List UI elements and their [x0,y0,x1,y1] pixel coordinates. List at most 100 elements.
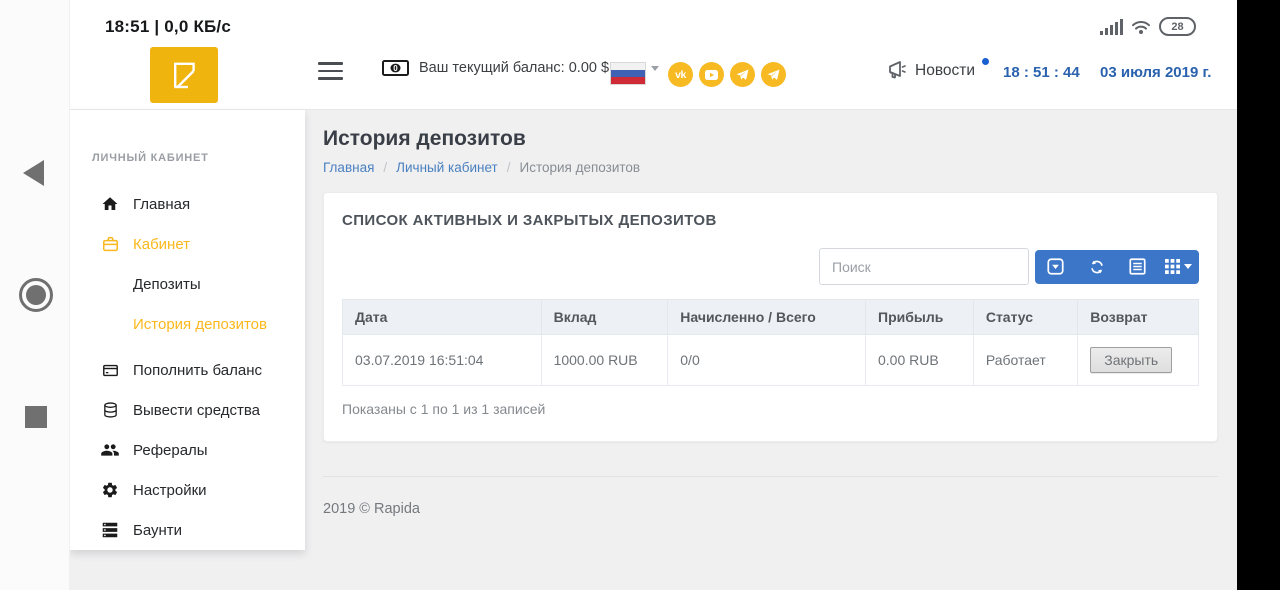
statusbar-icons: 28 [1100,17,1196,36]
server-icon [100,522,120,538]
deposits-table: Дата Вклад Начисленно / Всего Прибыль Ст… [342,299,1199,386]
table-header-row: Дата Вклад Начисленно / Всего Прибыль Ст… [342,299,1199,335]
table-toolbar [342,248,1199,285]
col-header-accrued[interactable]: Начисленно / Всего [667,299,866,335]
sidebar-item-kabinet[interactable]: Кабинет [70,224,305,264]
caret-down-icon [1184,264,1192,269]
signal-strength-icon [1100,18,1123,35]
sidebar-item-nastroyki[interactable]: Настройки [70,470,305,510]
top-header: 18:51 | 0,0 КБ/с 28 0 Ваш текущий баланс… [70,0,1237,110]
sidebar-item-baunti[interactable]: Баунти [70,510,305,550]
close-deposit-button[interactable]: Закрыть [1090,347,1173,373]
table-actions-group [1035,249,1199,284]
menu-toggle-icon[interactable] [318,62,343,80]
sidebar-item-depozity[interactable]: Депозиты [70,264,305,304]
sidebar-menu: Главная Кабинет Депозиты История депозит… [70,164,305,550]
sidebar-section-label: ЛИЧНЫЙ КАБИНЕТ [92,152,209,164]
sidebar-item-label: Кабинет [133,235,191,253]
col-header-profit[interactable]: Прибыль [865,299,974,335]
breadcrumb-home[interactable]: Главная [323,160,374,175]
briefcase-icon [100,235,120,253]
language-selector[interactable] [610,62,659,85]
col-header-status[interactable]: Статус [972,299,1079,335]
battery-icon: 28 [1159,17,1196,36]
columns-dropdown-button[interactable] [1158,250,1199,284]
home-icon [100,195,120,213]
wifi-icon [1131,19,1151,35]
android-back-icon[interactable] [23,160,44,186]
cell-profit: 0.00 RUB [865,334,974,386]
megaphone-icon [886,60,908,80]
header-clock: 18 : 51 : 44 [1003,64,1080,81]
android-nav-bar [0,0,70,590]
breadcrumb: Главная / Личный кабинет / История депоз… [323,160,1218,175]
cell-accrued: 0/0 [667,334,866,386]
vk-icon[interactable]: vk [668,62,693,87]
copyright-text: 2019 © Rapida [323,501,420,517]
col-header-date[interactable]: Дата [342,299,542,335]
table-summary: Показаны с 1 по 1 из 1 записей [342,401,546,417]
sidebar: ЛИЧНЫЙ КАБИНЕТ Главная Кабинет Депозиты … [70,110,305,550]
credit-card-icon [100,362,120,379]
balance-area: 0 Ваш текущий баланс: 0.00 $ [382,60,609,76]
users-icon [100,442,120,458]
notification-dot [982,58,990,65]
cell-amount: 1000.00 RUB [540,334,669,386]
statusbar-clock-speed: 18:51 | 0,0 КБ/с [105,17,232,36]
card-title: СПИСОК АКТИВНЫХ И ЗАКРЫТЫХ ДЕПОЗИТОВ [342,212,717,229]
rapida-logo[interactable] [150,47,218,103]
sidebar-item-label: Баунти [133,521,183,539]
sidebar-item-label: Главная [133,195,191,213]
sidebar-item-label: Настройки [133,481,207,499]
main-content: История депозитов Главная / Личный кабин… [305,110,1237,590]
table-view-button[interactable] [1117,250,1158,284]
social-links: vk [668,62,786,87]
col-header-return[interactable]: Возврат [1077,299,1199,335]
breadcrumb-current: История депозитов [519,160,641,175]
sidebar-item-label: Пополнить баланс [133,361,262,379]
gear-icon [100,481,120,499]
breadcrumb-cabinet[interactable]: Личный кабинет [396,160,498,175]
sidebar-item-referaly[interactable]: Рефералы [70,430,305,470]
svg-text:0: 0 [393,64,398,73]
vk-glyph: vk [675,68,686,81]
sidebar-item-popolnit-balans[interactable]: Пополнить баланс [70,350,305,390]
page-footer: 2019 © Rapida [323,476,1218,518]
cell-status: Работает [972,334,1079,386]
rapida-logo-glyph [174,62,195,89]
sidebar-item-label: Вывести средства [133,401,260,419]
battery-percent: 28 [1171,20,1184,33]
android-home-icon[interactable] [19,278,53,312]
pagination-toggle-button[interactable] [1035,250,1076,284]
telegram-chat-icon[interactable] [761,62,786,87]
deposits-card: СПИСОК АКТИВНЫХ И ЗАКРЫТЫХ ДЕПОЗИТОВ Пои… [323,192,1218,442]
sidebar-item-vyvesti-sredstva[interactable]: Вывести средства [70,390,305,430]
android-home-inner [26,285,46,305]
page-title: История депозитов [323,127,526,150]
refresh-button[interactable] [1076,250,1117,284]
header-date: 03 июля 2019 г. [1100,64,1212,81]
sidebar-item-label: История депозитов [133,315,267,333]
news-button[interactable]: Новости [886,58,990,80]
chevron-down-icon [651,66,659,71]
sidebar-item-istoriya-depozitov[interactable]: История депозитов [70,304,305,344]
telegram-icon[interactable] [730,62,755,87]
col-header-amount[interactable]: Вклад [540,299,669,335]
sidebar-item-glavnaya[interactable]: Главная [70,184,305,224]
news-label: Новости [915,62,976,79]
money-icon: 0 [382,60,409,76]
device-notch-bar [1237,0,1280,590]
cell-return: Закрыть [1077,334,1199,386]
sidebar-item-label: Депозиты [133,275,201,293]
breadcrumb-separator: / [383,160,388,175]
table-row: 03.07.2019 16:51:04 1000.00 RUB 0/0 0.00… [342,334,1199,386]
youtube-icon[interactable] [699,62,724,87]
breadcrumb-separator: / [506,160,511,175]
cell-date: 03.07.2019 16:51:04 [342,334,542,386]
android-recents-icon[interactable] [25,406,47,428]
database-icon [100,401,120,419]
search-input[interactable] [819,248,1029,285]
sidebar-item-label: Рефералы [133,441,208,459]
page: 18:51 | 0,0 КБ/с 28 0 Ваш текущий баланс… [70,0,1237,590]
russia-flag-icon [610,62,646,85]
